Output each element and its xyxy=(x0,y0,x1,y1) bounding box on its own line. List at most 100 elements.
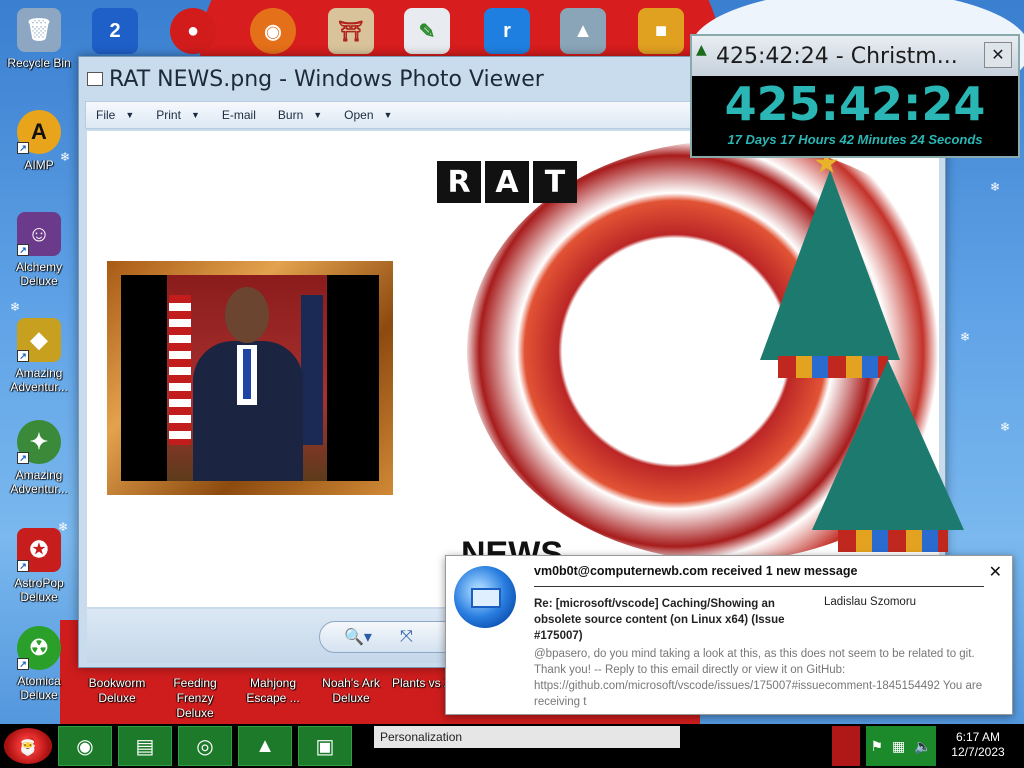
system-tray: ⚑ ▦ 🔈 xyxy=(866,726,936,766)
desktop-icon-alchemy[interactable]: ☺ ↗ Alchemy Deluxe xyxy=(4,212,74,288)
menu-email[interactable]: E-mail xyxy=(222,108,256,122)
desktop-icon-label: AIMP xyxy=(24,158,54,172)
menu-open[interactable]: Open ▼ xyxy=(344,108,392,122)
snowflake-icon: ❄ xyxy=(960,330,971,344)
dropdown-arrow-icon: ▼ xyxy=(313,110,323,120)
taskbar-personalization[interactable]: Personalization xyxy=(374,726,680,748)
desktop-icon-recycle-bin[interactable]: 🗑 Recycle Bin xyxy=(4,8,74,70)
desktop-icon-feeding-frenzy[interactable]: Feeding Frenzy Deluxe xyxy=(158,676,232,721)
clock-date: 12/7/2023 xyxy=(951,745,1005,759)
flag-graphic xyxy=(301,295,323,445)
christmas-tree-graphic xyxy=(812,360,964,530)
recycle-bin-icon: 🗑 xyxy=(17,8,61,52)
thunderbird-icon xyxy=(454,566,516,628)
block-game-icon[interactable]: ■ xyxy=(638,8,684,54)
portrait-photo xyxy=(121,275,379,481)
desktop-icon-mahjong-escape[interactable]: Mahjong Escape ... xyxy=(236,676,310,706)
snowflake-icon: ❄ xyxy=(1000,420,1011,434)
christmas-countdown-window[interactable]: ▲ 425:42:24 - Christm... ✕ 425:42:24 17 … xyxy=(690,34,1020,158)
folder-icon: ▤ xyxy=(135,735,155,758)
zoom-icon[interactable]: 🔍▾ xyxy=(344,627,372,647)
snowflake-icon: ❄ xyxy=(990,180,1001,194)
mail-notification[interactable]: vm0b0t@computernewb.com received 1 new m… xyxy=(445,555,1013,715)
notepad-frog-icon[interactable]: ✎ xyxy=(404,8,450,54)
gifts-graphic xyxy=(838,530,948,552)
desktop-icon-plants-vs-zombies[interactable]: Plants vs Zombies xyxy=(392,676,448,691)
desktop-icon-label: Amazing Adventur... xyxy=(10,468,68,496)
show-hidden-icons[interactable] xyxy=(832,726,860,766)
notification-body: @bpasero, do you mind taking a look at t… xyxy=(534,648,983,708)
desktop-icon-label: Bookworm Deluxe xyxy=(88,676,146,705)
menu-label: E-mail xyxy=(221,108,256,122)
taskbar-chrome[interactable]: ◎ xyxy=(178,726,232,766)
countdown-time: 425:42:24 xyxy=(724,77,986,131)
logo-letter: A xyxy=(485,161,529,203)
volume-icon[interactable]: 🔈 xyxy=(914,738,931,755)
desktop-icon-label: Noah's Ark Deluxe xyxy=(322,676,380,705)
aimp-icon: A ↗ xyxy=(17,110,61,154)
network-icon[interactable]: ▦ xyxy=(892,738,905,755)
astropop-icon: ✪ ↗ xyxy=(17,528,61,572)
flag-graphic xyxy=(169,295,191,445)
start-button[interactable]: 🎅 xyxy=(4,728,52,764)
notification-sender: Ladislau Szomoru xyxy=(824,596,917,608)
desktop-icon-bookworm[interactable]: Bookworm Deluxe xyxy=(80,676,154,706)
notification-header: vm0b0t@computernewb.com received 1 new m… xyxy=(534,564,858,578)
desktop-icon-label: Feeding Frenzy Deluxe xyxy=(173,676,217,720)
desktop-icon-label: Amazing Adventur... xyxy=(10,366,68,394)
menu-label: Burn xyxy=(277,108,304,122)
close-icon[interactable]: ✕ xyxy=(989,562,1002,582)
window-title: RAT NEWS.png - Windows Photo Viewer xyxy=(109,66,544,92)
atomica-icon: ☢ ↗ xyxy=(17,626,61,670)
taskbar-explorer[interactable]: ▤ xyxy=(118,726,172,766)
dropdown-arrow-icon: ▼ xyxy=(383,110,393,120)
close-icon[interactable]: ✕ xyxy=(984,42,1012,68)
game-2-icon[interactable]: 2 xyxy=(92,8,138,54)
clock-time: 6:17 AM xyxy=(955,730,1001,744)
amazing-adventures-2-icon: ✦ ↗ xyxy=(17,420,61,464)
countdown-titlebar[interactable]: ▲ 425:42:24 - Christm... ✕ xyxy=(692,36,1018,76)
countdown-detail: 17 Days 17 Hours 42 Minutes 24 Seconds xyxy=(727,132,983,147)
countdown-title: 425:42:24 - Christm... xyxy=(716,43,958,69)
firefox-icon: ◉ xyxy=(76,735,94,758)
shrine-gate-icon[interactable]: ⛩ xyxy=(328,8,374,54)
desktop-icon-aimp[interactable]: A ↗ AIMP xyxy=(4,110,74,172)
desktop-icon-label: Plants vs Zombies xyxy=(392,676,448,690)
notification-subject: Re: [microsoft/vscode] Caching/Showing a… xyxy=(534,598,785,642)
amazing-adventures-icon: ◆ ↗ xyxy=(17,318,61,362)
actual-size-icon[interactable]: ⤧ xyxy=(400,628,413,646)
clock[interactable]: 6:17 AM 12/7/2023 xyxy=(940,730,1016,760)
person-head xyxy=(225,287,269,343)
desktop-icon-amazing-adventures[interactable]: ◆ ↗ Amazing Adventur... xyxy=(4,318,74,394)
shark-icon[interactable]: ▲ xyxy=(560,8,606,54)
snowflake-icon: ❄ xyxy=(10,300,21,314)
menu-label: Print xyxy=(156,108,181,122)
person-tie xyxy=(243,349,251,399)
taskbar-photo-viewer[interactable]: ▣ xyxy=(298,726,352,766)
firefox-icon[interactable]: ◉ xyxy=(250,8,296,54)
desktop-icon-label: Mahjong Escape ... xyxy=(246,676,300,705)
menu-label: File xyxy=(96,108,116,122)
desktop-icon-atomica[interactable]: ☢ ↗ Atomica Deluxe xyxy=(4,626,74,702)
taskbar-countdown[interactable]: ▲ xyxy=(238,726,292,766)
menu-print[interactable]: Print ▼ xyxy=(156,108,200,122)
desktop-icon-amazing-adventures-2[interactable]: ✦ ↗ Amazing Adventur... xyxy=(4,420,74,496)
chrome-icon: ◎ xyxy=(196,735,214,758)
desktop-icon-label: Alchemy Deluxe xyxy=(15,260,62,288)
rambox-icon[interactable]: r xyxy=(484,8,530,54)
taskbar: 🎅 ◉ ▤ ◎ ▲ ▣ Personalization ⚑ ▦ 🔈 6:17 A… xyxy=(0,724,1024,768)
photo-viewer-app-icon xyxy=(87,72,103,86)
menu-burn[interactable]: Burn ▼ xyxy=(278,108,322,122)
logo-letter: T xyxy=(533,161,577,203)
menu-file[interactable]: File ▼ xyxy=(96,108,134,122)
flag-icon[interactable]: ⚑ xyxy=(870,738,883,755)
logo-letter: R xyxy=(437,161,481,203)
taskbar-firefox[interactable]: ◉ xyxy=(58,726,112,766)
red-fuzzball-icon[interactable]: ● xyxy=(170,8,216,54)
desktop-icon-label: Recycle Bin xyxy=(7,56,71,70)
alchemy-icon: ☺ ↗ xyxy=(17,212,61,256)
dropdown-arrow-icon: ▼ xyxy=(190,110,200,120)
dropdown-arrow-icon: ▼ xyxy=(125,110,135,120)
desktop-icon-astropop[interactable]: ✪ ↗ AstroPop Deluxe xyxy=(4,528,74,604)
desktop-icon-noahs-ark[interactable]: Noah's Ark Deluxe xyxy=(314,676,388,706)
